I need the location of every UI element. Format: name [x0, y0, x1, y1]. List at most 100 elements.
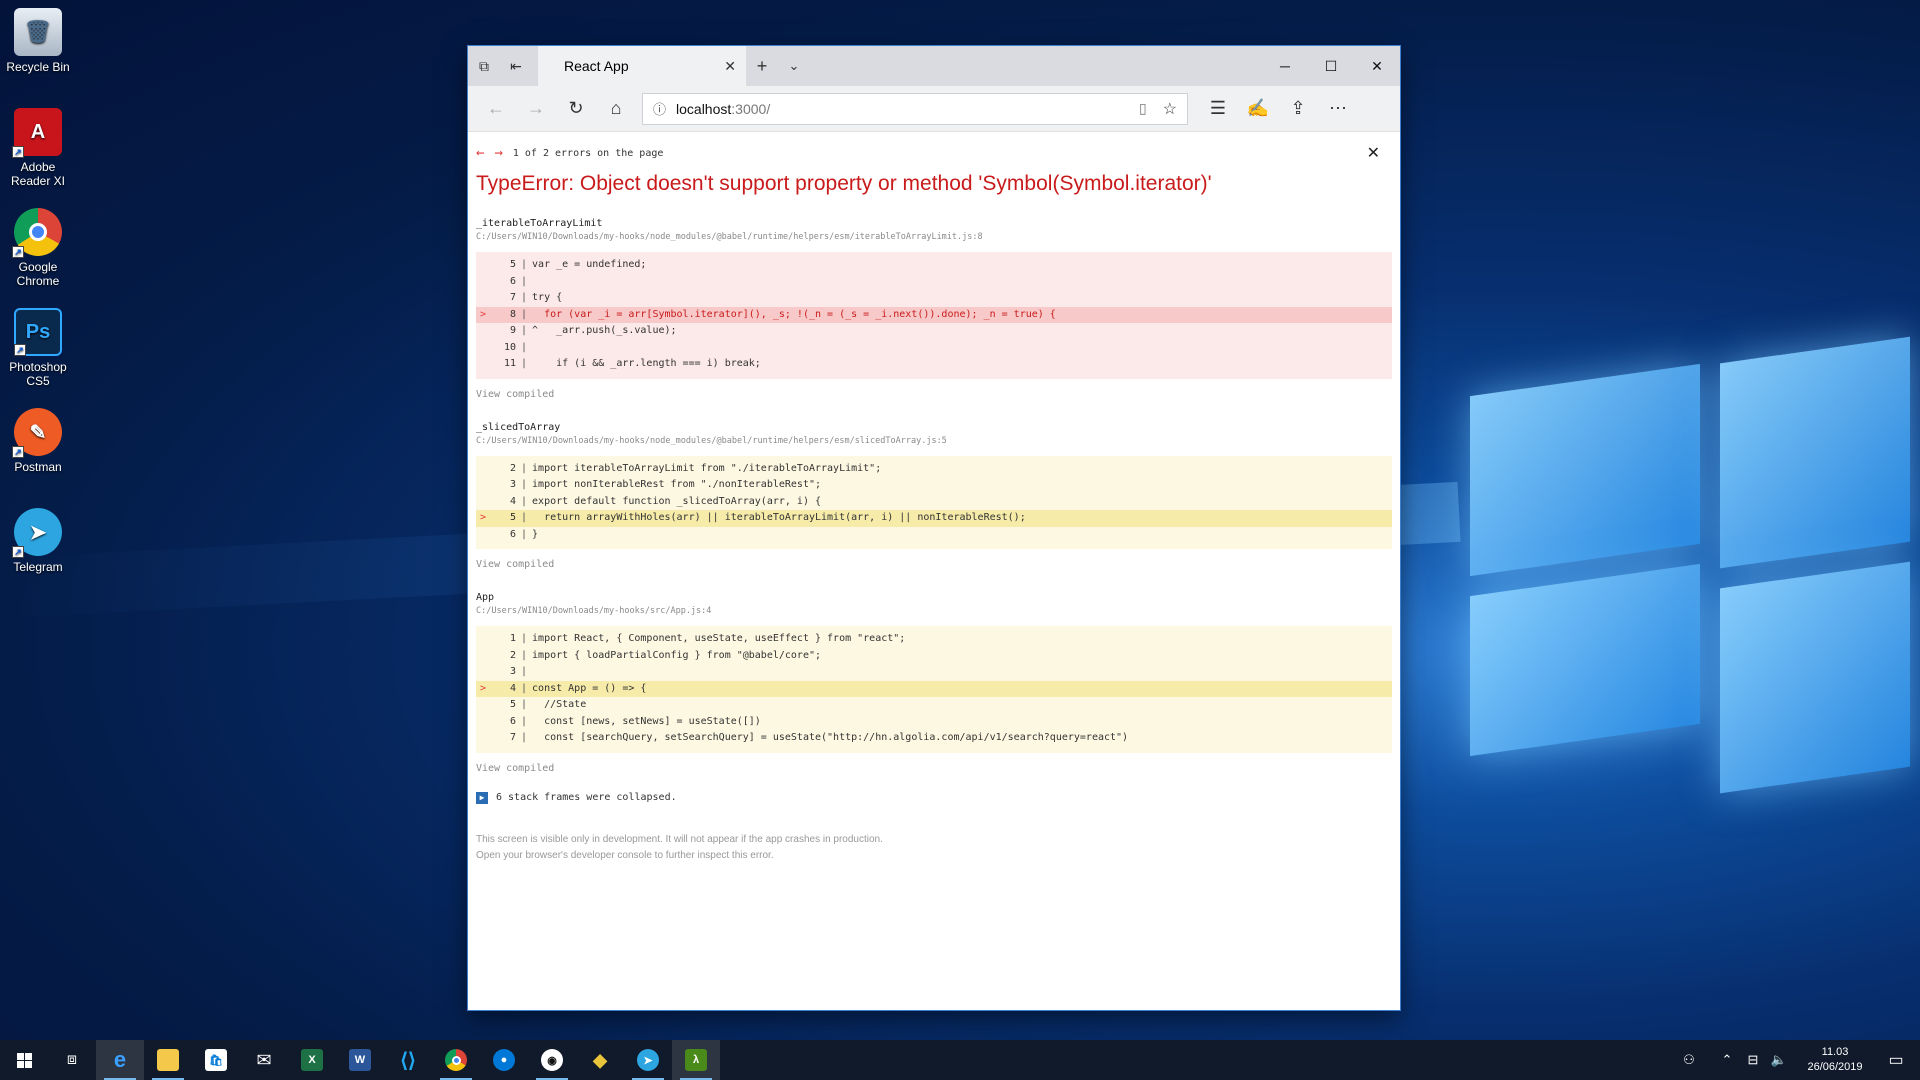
code-line: 3 | — [509, 666, 528, 677]
task-view-button[interactable]: ⧈ — [48, 1040, 96, 1080]
taskbar-file-explorer[interactable] — [144, 1040, 192, 1080]
code-line: 5 | var _e = undefined; — [509, 259, 647, 270]
people-icon[interactable]: ⚇ — [1676, 1052, 1702, 1068]
frame-file-path[interactable]: C:/Users/WIN10/Downloads/my-hooks/src/Ap… — [476, 606, 1392, 616]
clock-date: 26/06/2019 — [1807, 1061, 1863, 1073]
refresh-icon[interactable]: ↻ — [556, 89, 596, 129]
taskbar-word[interactable]: W — [336, 1040, 384, 1080]
vscode-icon: ⟨⟩ — [400, 1049, 416, 1072]
code-line: 6 | — [509, 275, 528, 287]
frame-file-path[interactable]: C:/Users/WIN10/Downloads/my-hooks/node_m… — [476, 232, 1392, 242]
dev-footer-note: This screen is visible only in developme… — [476, 832, 1392, 864]
next-error-icon[interactable]: → — [494, 145, 502, 161]
telegram-icon: ➤ — [637, 1049, 659, 1071]
desktop-icon-label: Photoshop CS5 — [9, 360, 67, 388]
share-icon[interactable]: ⇪ — [1278, 89, 1318, 129]
new-tab-icon[interactable]: + — [746, 46, 778, 86]
collapsed-frames-toggle[interactable]: ▶ 6 stack frames were collapsed. — [476, 791, 1392, 804]
view-compiled-link[interactable]: View compiled — [476, 763, 1392, 774]
maps-pin-icon: ● — [493, 1049, 515, 1071]
gitkraken-icon: ◆ — [593, 1049, 607, 1070]
desktop-icon-photoshop[interactable]: Ps ↗ Photoshop CS5 — [0, 300, 76, 400]
volume-icon[interactable]: 🔈 — [1766, 1052, 1792, 1068]
sublime-icon: λ — [685, 1049, 707, 1071]
tab-react-app[interactable]: React App ✕ — [538, 46, 746, 86]
stack-frame: _iterableToArrayLimit C:/Users/WIN10/Dow… — [476, 218, 1392, 400]
frame-function-name: App — [476, 592, 495, 603]
favorites-hub-icon[interactable]: ☰ — [1198, 89, 1238, 129]
desktop-icon-label: Recycle Bin — [6, 60, 70, 74]
code-line: 4 | export default function _slicedToArray… — [509, 495, 822, 507]
site-info-icon[interactable]: ⓘ — [653, 99, 666, 118]
back-icon[interactable]: ← — [476, 89, 516, 129]
code-snippet: 1 | import React, { Component, useState, u… — [476, 626, 1392, 753]
tab-preview-chevron-icon[interactable]: ⌄ — [778, 46, 810, 86]
desktop-icon-telegram[interactable]: ➤ ↗ Telegram — [0, 500, 76, 600]
taskbar-edge[interactable]: e — [96, 1040, 144, 1080]
collapsed-frames-text: 6 stack frames were collapsed. — [496, 792, 677, 803]
code-line-highlighted: >4 | const App = () => { — [476, 680, 1392, 697]
minimize-icon[interactable]: ─ — [1262, 46, 1308, 86]
url-path: :3000/ — [731, 100, 771, 117]
footer-line: This screen is visible only in developme… — [476, 833, 883, 845]
telegram-icon: ➤ ↗ — [12, 508, 62, 558]
desktop-icon-label: Telegram — [13, 560, 63, 574]
code-line: 7 | const [searchQuery, setSearchQuery] =… — [509, 732, 1129, 743]
desktop-icon-recycle-bin[interactable]: 🗑 Recycle Bin — [0, 0, 76, 100]
close-tab-icon[interactable]: ✕ — [724, 58, 736, 75]
clock[interactable]: 11.03 26/06/2019 — [1798, 1045, 1872, 1075]
recycle-bin-icon: 🗑 — [14, 8, 62, 56]
navigation-bar: ← → ↻ ⌂ ⓘ localhost:3000/ ▯ ☆ ☰ ✍ ⇪ ⋯ — [468, 86, 1400, 132]
code-line-highlighted: >5 | return arrayWithHoles(arr) || iterab… — [476, 510, 1392, 527]
postman-icon: ✎ ↗ — [12, 408, 62, 458]
previous-error-icon[interactable]: ← — [476, 145, 484, 161]
reading-view-icon[interactable]: ▯ — [1139, 100, 1147, 117]
code-line: 11 | if (i && _arr.length === i) break; — [503, 358, 761, 369]
taskbar-sublime[interactable]: λ — [672, 1040, 720, 1080]
frame-file-path[interactable]: C:/Users/WIN10/Downloads/my-hooks/node_m… — [476, 436, 1392, 446]
windows-logo-wallpaper — [0, 336, 1920, 820]
github-icon: ◉ — [541, 1049, 563, 1071]
tabs-aside-icon[interactable]: ⧉ — [468, 46, 500, 86]
code-line: 3 | import nonIterableRest from "./nonIter… — [509, 479, 822, 490]
expand-triangle-icon: ▶ — [476, 791, 488, 804]
taskbar-github[interactable]: ◉ — [528, 1040, 576, 1080]
taskbar-mail[interactable]: ✉ — [240, 1040, 288, 1080]
show-tabs-icon[interactable]: ⇤ — [500, 46, 532, 86]
code-snippet: 2 | import iterableToArrayLimit from "./it… — [476, 455, 1392, 549]
network-icon[interactable]: ⊟ — [1740, 1052, 1766, 1068]
web-note-icon[interactable]: ✍ — [1238, 89, 1278, 129]
taskbar-maps[interactable]: ● — [480, 1040, 528, 1080]
address-bar[interactable]: ⓘ localhost:3000/ ▯ ☆ — [642, 92, 1188, 125]
error-count: 1 of 2 errors on the page — [512, 147, 664, 159]
start-button[interactable] — [0, 1040, 48, 1080]
action-center-icon[interactable]: ▭ — [1872, 1050, 1920, 1070]
taskbar-vscode[interactable]: ⟨⟩ — [384, 1040, 432, 1080]
close-overlay-icon[interactable]: ✕ — [1367, 143, 1380, 163]
close-window-icon[interactable]: ✕ — [1354, 46, 1400, 86]
maximize-icon[interactable]: ☐ — [1308, 46, 1354, 86]
taskbar-store[interactable]: 🛍 — [192, 1040, 240, 1080]
adobe-reader-icon: A ↗ — [12, 108, 62, 158]
desktop-icon-postman[interactable]: ✎ ↗ Postman — [0, 400, 76, 500]
taskbar-chrome[interactable] — [432, 1040, 480, 1080]
favorite-star-icon[interactable]: ☆ — [1163, 99, 1177, 119]
desktop-icon-adobe-reader[interactable]: A ↗ Adobe Reader XI — [0, 100, 76, 200]
taskbar-excel[interactable]: X — [288, 1040, 336, 1080]
frame-function-name: _slicedToArray — [476, 421, 561, 433]
home-icon[interactable]: ⌂ — [596, 89, 636, 129]
view-compiled-link[interactable]: View compiled — [476, 559, 1392, 570]
view-compiled-link[interactable]: View compiled — [476, 389, 1392, 400]
code-line: 10 | — [503, 341, 528, 353]
code-line: 2 | import { loadPartialConfig } from "@ba… — [509, 649, 822, 661]
folder-icon — [157, 1049, 179, 1071]
taskbar-gitkraken[interactable]: ◆ — [576, 1040, 624, 1080]
forward-icon[interactable]: → — [516, 89, 556, 129]
show-hidden-icons-chevron-icon[interactable]: ⌃ — [1714, 1052, 1740, 1068]
edge-icon: e — [113, 1047, 127, 1072]
desktop-icon-chrome[interactable]: ↗ Google Chrome — [0, 200, 76, 300]
more-options-icon[interactable]: ⋯ — [1318, 89, 1358, 129]
edge-browser-window: ⧉ ⇤ React App ✕ + ⌄ ─ ☐ ✕ ← → ↻ ⌂ ⓘ loca… — [468, 46, 1400, 1010]
clock-time: 11.03 — [1821, 1046, 1849, 1058]
taskbar-telegram[interactable]: ➤ — [624, 1040, 672, 1080]
